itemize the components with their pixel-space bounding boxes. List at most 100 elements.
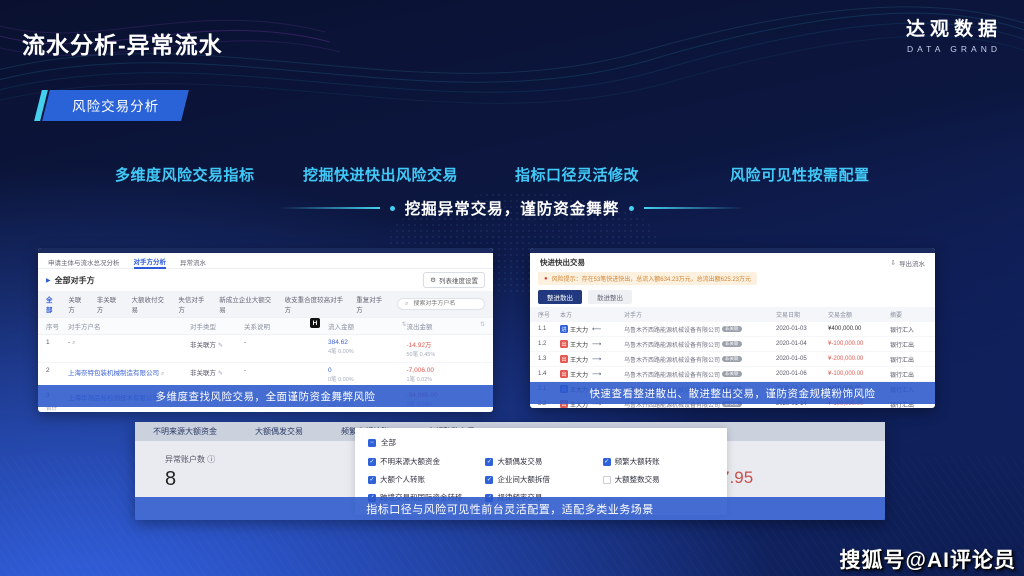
brand-logo: 达观数据 DATA GRAND [906, 14, 1002, 54]
checked-checkbox: ✓ [603, 458, 611, 466]
table-row[interactable]: 1 -⌕ 非关联方✎ - 384.624笔 0.00% -14.92万50笔 0… [38, 335, 493, 363]
search-icon: ⌕ [161, 371, 164, 377]
section-tag-label: 风险交易分析 [72, 95, 159, 115]
col-outflow: 流出金额⇅ [407, 321, 486, 331]
brand-logo-en: DATA GRAND [906, 44, 1002, 54]
cp-tag: 非关联 [722, 371, 742, 377]
option-personal-transfer[interactable]: ✓大额个人转账 [368, 474, 479, 485]
info-icon: ⓘ [207, 455, 215, 464]
right-caption: 快速查看整进散出、散进整出交易，谨防资金规模粉饰风险 [530, 382, 935, 404]
table-header: 序号 对手方户名 对手类型 关系说明 流入金额⇅ 流出金额⇅ [38, 317, 493, 335]
checked-checkbox: ✓ [368, 476, 376, 484]
search-icon: ⌕ [72, 340, 75, 346]
settings-button-label: 列表维度设置 [439, 275, 478, 285]
alert-dot-icon: ● [544, 276, 548, 282]
table-row[interactable]: 1.3 出王大力⟶ 乌鲁木齐西路能源机械设备有限公司非关联 2020-01-05… [530, 352, 935, 367]
export-flow-button[interactable]: ⇩ 导出流水 [891, 258, 925, 268]
feature-1: 多维度风险交易指标 [115, 164, 255, 185]
filter-nonrelated[interactable]: 非关联方 [97, 294, 122, 314]
edit-icon: ✎ [218, 343, 223, 349]
inflow-badge: 进 [560, 325, 568, 333]
filter-new-company[interactable]: 新成立企业大额交易 [219, 294, 274, 314]
col-no: 序号 [46, 321, 68, 331]
flow-arrow-icon: ⟶ [592, 340, 601, 348]
toggle-scatter-in-whole-out[interactable]: 散进整出 [588, 290, 632, 304]
col-type: 对手类型 [190, 321, 244, 331]
checked-checkbox: ✓ [485, 458, 493, 466]
edit-icon: ✎ [218, 371, 223, 377]
search-input[interactable] [411, 300, 481, 308]
sort-icon[interactable]: ⇅ [480, 321, 485, 328]
center-text: 挖掘异常交易，谨防资金舞弊 [405, 197, 620, 219]
divider-line-left [280, 207, 380, 209]
unchecked-checkbox: ✓ [603, 476, 611, 484]
section-tag: 风险交易分析 [42, 90, 189, 121]
divider-dot-left [390, 206, 395, 211]
divider-line-right [644, 207, 744, 209]
caret-right-icon[interactable]: ▶ [46, 277, 51, 284]
page-title: 流水分析-异常流水 [22, 26, 223, 60]
table-row[interactable]: 1.4 出王大力⟶ 乌鲁木齐西路能源机械设备有限公司非关联 2020-01-06… [530, 367, 935, 382]
background-waves [0, 0, 1024, 160]
outflow-badge: 出 [560, 340, 568, 348]
section-title: 全部对手方 [55, 275, 95, 286]
checked-checkbox: ✓ [368, 458, 376, 466]
download-icon: ⇩ [891, 259, 896, 267]
brand-logo-cn: 达观数据 [906, 14, 1002, 41]
risk-warning-banner: ● 风险提示：存在53笔快进快出，总流入额634.23万元，总流出额625.23… [538, 272, 757, 285]
filter-dishonest[interactable]: 失信对手方 [178, 294, 209, 314]
tab-occasional-large[interactable]: 大额偶发交易 [255, 426, 303, 437]
flow-arrow-icon: ⟵ [592, 325, 601, 333]
risk-warning-text: 风险提示：存在53笔快进快出，总流入额634.23万元，总流出额625.23万元 [552, 274, 751, 283]
filter-all[interactable]: 全部 [46, 294, 58, 314]
gear-icon: ⚙ [430, 276, 436, 284]
filter-chip-bar: 全部 关联方 非关联方 大额收付交易 失信对手方 新成立企业大额交易 收支重合度… [38, 291, 493, 317]
counterparty-analysis-screenshot: 申请主体与流水总况分析 对手方分析 异常流水 ▶ 全部对手方 ⚙ 列表维度设置 … [38, 248, 493, 412]
divider-dot-right [629, 206, 634, 211]
tab-overview[interactable]: 申请主体与流水总况分析 [48, 257, 120, 267]
toggle-whole-in-scatter-out[interactable]: 整进散出 [538, 290, 582, 304]
option-interfirm-lending[interactable]: ✓企业间大额拆借 [485, 474, 596, 485]
option-occasional-large[interactable]: ✓大额偶发交易 [485, 456, 596, 467]
slide: 流水分析-异常流水 达观数据 DATA GRAND 风险交易分析 多维度风险交易… [0, 0, 1024, 576]
list-dimension-settings-button[interactable]: ⚙ 列表维度设置 [423, 272, 485, 288]
feature-2: 挖掘快进快出风险交易 [303, 164, 458, 185]
tab-abnormal-flow[interactable]: 异常流水 [180, 257, 206, 267]
table-header: 序号 本方 对手方 交易日期 交易金额 摘要 [530, 307, 935, 322]
cp-name-link[interactable]: 上海奈特包装机械制造有限公司 [68, 370, 159, 377]
option-unknown-funds[interactable]: ✓不明来源大额资金 [368, 456, 479, 467]
tab-unknown-funds[interactable]: 不明来源大额资金 [153, 426, 217, 437]
counterparty-search[interactable]: ⌕ [397, 298, 485, 310]
tab-bar: 申请主体与流水总况分析 对手方分析 异常流水 [38, 253, 493, 269]
indicator-config-screenshot: 不明来源大额资金 大额偶发交易 频繁大额转账 大额整数交易 异常账户数 ⓘ 8 … [135, 422, 885, 520]
bottom-caption: 指标口径与风险可见性前台灵活配置，适配多类业务场景 [135, 497, 885, 520]
checked-checkbox: ✓ [485, 476, 493, 484]
abnormal-account-value: 8 [165, 468, 215, 491]
option-all[interactable]: − 全部 [368, 437, 714, 448]
panel-title: 快进快出交易 [540, 257, 585, 268]
h-key-overlay-icon: H [310, 318, 320, 328]
filter-overlap[interactable]: 收支重合度较高对手方 [285, 294, 347, 314]
indeterminate-checkbox[interactable]: − [368, 439, 376, 447]
abnormal-account-stat: 异常账户数 ⓘ 8 [165, 454, 215, 491]
cp-tag: 非关联 [722, 341, 742, 347]
option-frequent-transfer[interactable]: ✓频繁大额转账 [603, 456, 714, 467]
section-row: ▶ 全部对手方 ⚙ 列表维度设置 [38, 269, 493, 291]
outflow-badge: 出 [560, 370, 568, 378]
col-name: 对手方户名 [68, 321, 190, 331]
flow-arrow-icon: ⟶ [592, 370, 601, 378]
left-caption: 多维度查找风险交易，全面谨防资金舞弊风险 [38, 385, 493, 407]
col-inflow: 流入金额⇅ [328, 321, 407, 331]
center-banner: 挖掘异常交易，谨防资金舞弊 [0, 197, 1024, 219]
search-icon: ⌕ [405, 301, 408, 308]
table-row[interactable]: 1.2 出王大力⟶ 乌鲁木齐西路能源机械设备有限公司非关联 2020-01-04… [530, 337, 935, 352]
watermark: 搜狐号@AI评论员 [840, 544, 1016, 574]
filter-related[interactable]: 关联方 [68, 294, 86, 314]
cp-tag: 非关联 [722, 326, 742, 332]
table-row[interactable]: 1.1 进王大力⟵ 乌鲁木齐西路能源机械设备有限公司非关联 2020-01-03… [530, 322, 935, 337]
filter-large-payment[interactable]: 大额收付交易 [131, 294, 168, 314]
filter-duplicate[interactable]: 重复对手方 [356, 294, 387, 314]
fast-in-out-screenshot: 快进快出交易 ⇩ 导出流水 ● 风险提示：存在53笔快进快出，总流入额634.2… [530, 248, 935, 408]
option-round-number[interactable]: ✓大额整数交易 [603, 474, 714, 485]
tab-counterparty[interactable]: 对手方分析 [134, 256, 167, 269]
